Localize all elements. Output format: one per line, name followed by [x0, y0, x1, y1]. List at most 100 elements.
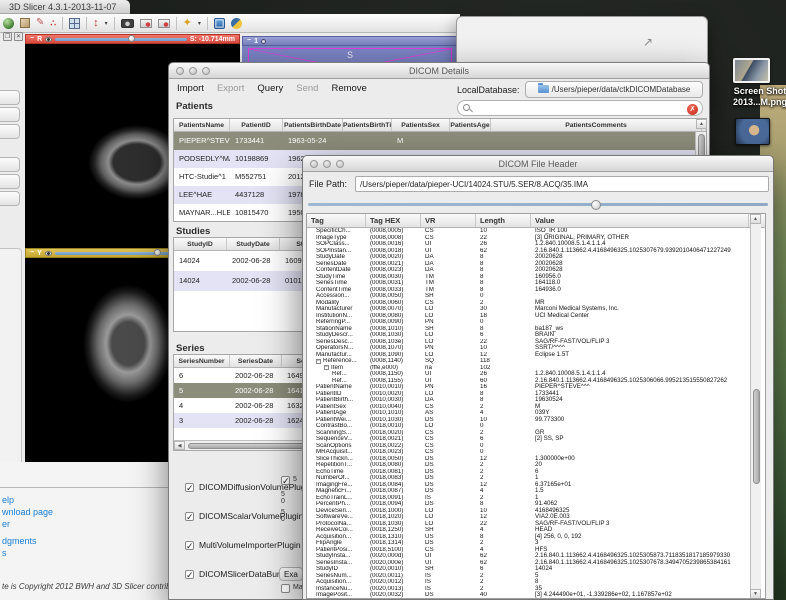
- about-link[interactable]: wnload page: [2, 507, 53, 517]
- dropdown-caret-icon[interactable]: ▾: [105, 20, 108, 27]
- collapse-expander-icon[interactable]: −: [324, 365, 329, 370]
- extension-manager-icon[interactable]: [214, 18, 225, 29]
- series-select-checkbox[interactable]: ✓ 5: [281, 476, 303, 485]
- checkbox-icon[interactable]: ✓: [185, 483, 194, 492]
- column-header-patientsbirthdate[interactable]: PatientsBirthDate: [283, 119, 343, 131]
- checkbox-icon[interactable]: [281, 584, 290, 593]
- column-header-seriesdate[interactable]: SeriesDate: [230, 355, 282, 367]
- column-header-patientscomments[interactable]: PatientsComments: [491, 119, 702, 131]
- close-window-icon[interactable]: [176, 67, 184, 75]
- compare-slice-view[interactable]: S: [242, 46, 458, 62]
- yellow-slider-thumb[interactable]: [154, 249, 161, 256]
- tag-column-header-length[interactable]: Length: [476, 214, 531, 227]
- tag-column-header-tag-hex[interactable]: Tag HEX: [366, 214, 421, 227]
- python-console-icon[interactable]: [231, 18, 242, 29]
- column-header-studyid[interactable]: StudyID: [174, 238, 227, 250]
- clear-search-icon[interactable]: ✗: [687, 104, 698, 115]
- close-window-icon[interactable]: [310, 160, 318, 168]
- red-visibility-eye-icon[interactable]: [45, 37, 52, 42]
- panel-close-icon[interactable]: ✕: [14, 32, 23, 41]
- minimize-window-icon[interactable]: [189, 67, 197, 75]
- crosshair-icon[interactable]: ✦: [183, 18, 192, 29]
- tag-row[interactable]: ImagePosit...(0020,0032)DS40[3] 4.244490…: [307, 592, 765, 598]
- yellow-collapse-icon[interactable]: −: [30, 249, 34, 257]
- compare-collapse-icon[interactable]: −: [247, 37, 251, 45]
- file-index-slider-handle[interactable]: [591, 200, 601, 210]
- module-panel-button[interactable]: [0, 90, 20, 105]
- module-panel-button[interactable]: [0, 157, 20, 172]
- module-panel-button[interactable]: [0, 107, 20, 122]
- tag-column-header-vr[interactable]: VR: [421, 214, 476, 227]
- module-panel-button[interactable]: [0, 191, 20, 206]
- scene-view-restore-icon[interactable]: [158, 19, 170, 28]
- checkbox-icon[interactable]: ✓: [281, 476, 290, 485]
- import-action[interactable]: Import: [177, 83, 204, 94]
- compare-slice-controller[interactable]: − 1: [242, 36, 458, 46]
- tag-scrollbar-thumb[interactable]: [753, 389, 760, 484]
- remove-action[interactable]: Remove: [331, 83, 366, 94]
- make-checkbox[interactable]: Ma: [281, 584, 303, 593]
- column-header-patientsname[interactable]: PatientsName: [174, 119, 230, 131]
- module-panel-button[interactable]: [0, 124, 20, 139]
- column-header-patientsage[interactable]: PatientsAge: [450, 119, 491, 131]
- tag-table-scrollbar[interactable]: ▲ ▼: [750, 214, 761, 599]
- collapse-expander-icon[interactable]: −: [316, 359, 321, 364]
- patients-scroll-up-icon[interactable]: ▲: [696, 119, 707, 129]
- examine-button[interactable]: Exa: [279, 567, 303, 581]
- red-slice-controller[interactable]: − R S: -10.714mm: [25, 34, 240, 44]
- patient-search-input[interactable]: ✗: [457, 100, 703, 116]
- dicom-details-titlebar[interactable]: DICOM Details: [169, 63, 709, 79]
- column-header-studydate[interactable]: StudyDate: [227, 238, 280, 250]
- expand-icon[interactable]: ↗: [643, 35, 653, 49]
- desktop-screenshot-file-icon[interactable]: [733, 58, 770, 83]
- about-link[interactable]: dgments: [2, 536, 37, 546]
- tag-scroll-up-icon[interactable]: ▲: [750, 214, 761, 224]
- local-database-button[interactable]: /Users/pieper/data/ctkDICOMDatabase: [525, 81, 703, 98]
- mouse-interaction-icon[interactable]: ✎: [36, 18, 44, 28]
- panel-restore-icon[interactable]: ❐: [3, 32, 12, 41]
- layout-icon[interactable]: [69, 18, 80, 29]
- red-collapse-icon[interactable]: −: [30, 35, 34, 43]
- module-panel-button[interactable]: [0, 174, 20, 189]
- minimize-window-icon[interactable]: [323, 160, 331, 168]
- red-slider-thumb[interactable]: [128, 35, 135, 42]
- tag-column-header-tag[interactable]: Tag: [307, 214, 366, 227]
- zoom-window-icon[interactable]: [336, 160, 344, 168]
- markups-fiducial-icon[interactable]: ∴: [50, 19, 56, 28]
- screenshot-icon[interactable]: [121, 19, 134, 28]
- column-header-patientid[interactable]: PatientID: [230, 119, 283, 131]
- dropdown-caret-icon[interactable]: ▾: [198, 20, 201, 27]
- about-link[interactable]: s: [2, 548, 7, 558]
- checkbox-icon[interactable]: ✓: [185, 541, 194, 550]
- column-header-seriesnumber[interactable]: SeriesNumber: [174, 355, 230, 367]
- zoom-window-icon[interactable]: [202, 67, 210, 75]
- desktop-movie-file-icon[interactable]: [735, 118, 770, 145]
- plugin-checkbox-MultiVolumeImporterPlugin[interactable]: ✓MultiVolumeImporterPlugin: [185, 540, 301, 550]
- patient-row[interactable]: PIEPER^STEVE^^^17334411963-05-24M: [174, 132, 706, 150]
- about-link[interactable]: er: [2, 519, 10, 529]
- desktop-screenshot-file-label[interactable]: Screen Shot 2013...M.png: [714, 86, 786, 108]
- tag-column-header-value[interactable]: Value: [531, 214, 749, 227]
- slice-visibility-icon[interactable]: ↕: [93, 18, 99, 29]
- load-data-icon[interactable]: [20, 18, 30, 28]
- toolbar-separator: [176, 17, 177, 30]
- checkbox-icon[interactable]: ✓: [185, 512, 194, 521]
- checkbox-icon[interactable]: ✓: [185, 570, 194, 579]
- file-path-field[interactable]: /Users/pieper/data/pieper-UCI/14024.STU/…: [355, 176, 769, 192]
- column-header-patientsbirthtime[interactable]: PatientsBirthTime: [343, 119, 392, 131]
- about-link[interactable]: elp: [2, 495, 14, 505]
- scene-view-capture-icon[interactable]: [140, 19, 152, 28]
- series-hscrollbar-thumb[interactable]: [188, 443, 308, 449]
- series-scroll-left-icon[interactable]: ◀: [174, 441, 185, 450]
- file-header-titlebar[interactable]: DICOM File Header: [303, 156, 773, 172]
- tag-scroll-down-icon[interactable]: ▼: [750, 589, 761, 599]
- yellow-visibility-eye-icon[interactable]: [45, 251, 52, 256]
- compare-gear-icon[interactable]: [261, 39, 266, 44]
- query-action[interactable]: Query: [257, 83, 283, 94]
- modules-icon[interactable]: [3, 18, 14, 29]
- patients-section-label: Patients: [176, 101, 213, 112]
- file-index-slider[interactable]: [308, 203, 768, 206]
- dicom-details-title: DICOM Details: [409, 66, 469, 76]
- column-header-patientssex[interactable]: PatientsSex: [392, 119, 450, 131]
- red-slice-slider[interactable]: [55, 38, 187, 41]
